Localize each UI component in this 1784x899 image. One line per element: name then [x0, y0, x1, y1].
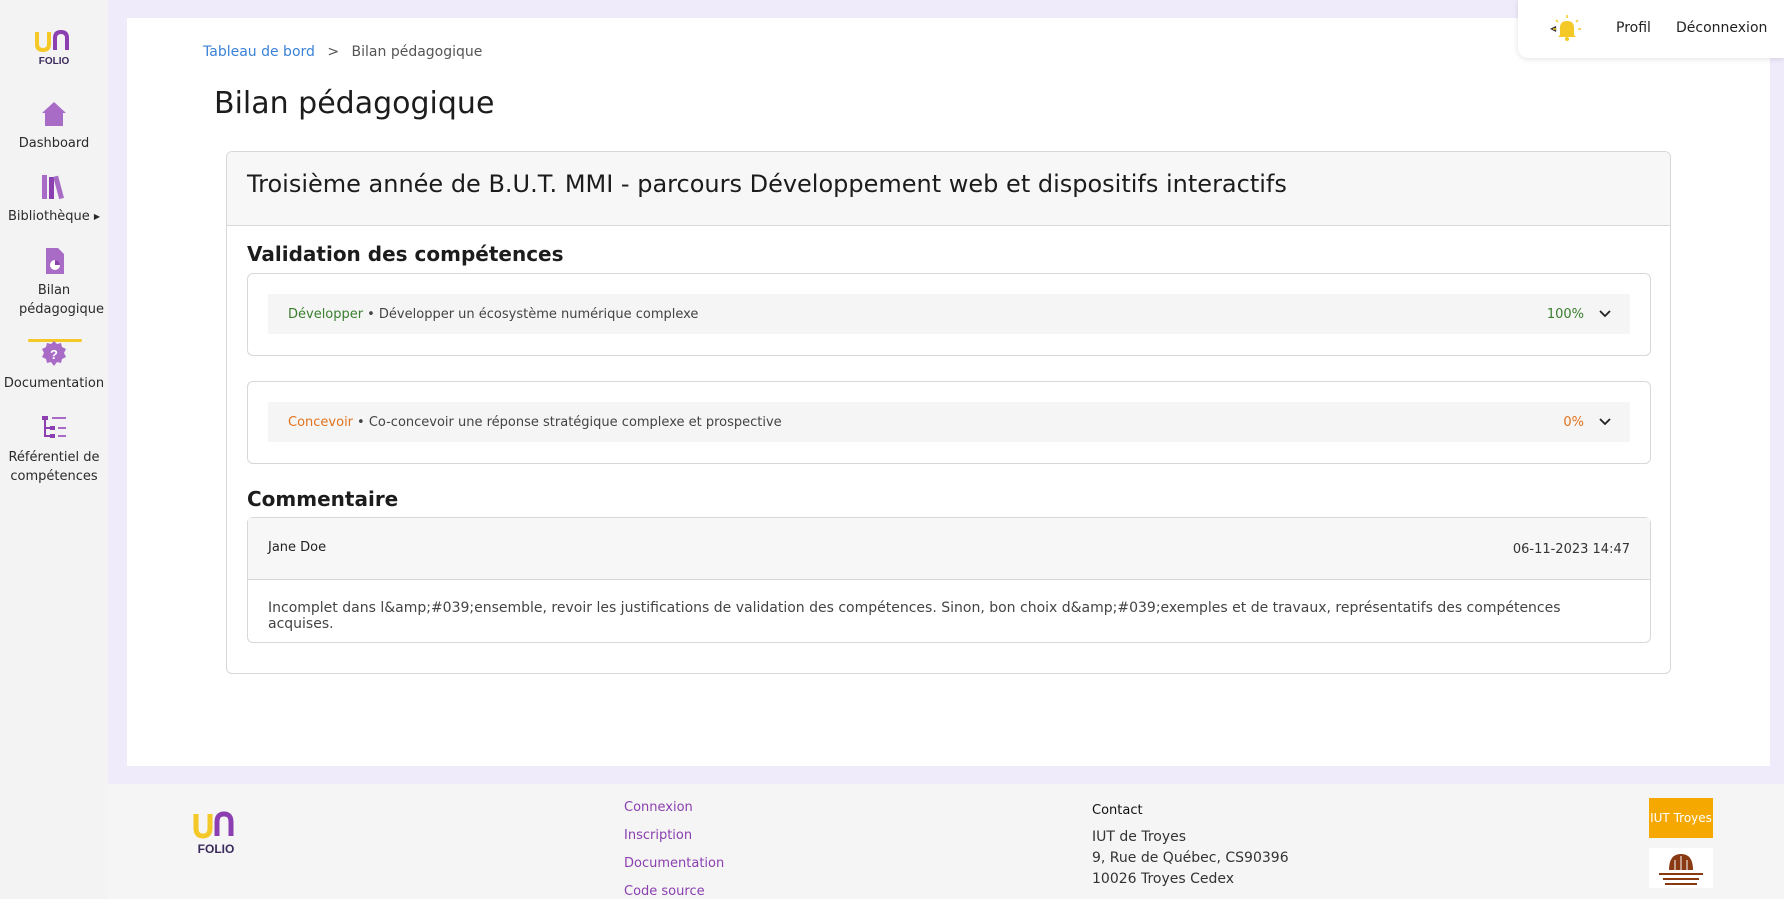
competence-percent: 0% — [1563, 414, 1584, 430]
sidebar-item-label: Référentiel de compétences — [8, 450, 100, 484]
sidebar-item-documentation[interactable]: ? Documentation — [0, 338, 108, 393]
competence-row-developper[interactable]: Développer • Développer un écosystème nu… — [268, 294, 1630, 334]
tree-list-icon — [42, 416, 66, 438]
chevron-down-icon[interactable] — [1598, 306, 1612, 320]
comment-header: Jane Doe 06-11-2023 14:47 — [248, 518, 1650, 580]
sidebar-item-label: Documentation — [3, 376, 105, 391]
unifolio-logo[interactable]: FOLIO — [34, 28, 74, 66]
breadcrumb-home-link[interactable]: Tableau de bord — [203, 44, 315, 60]
footer: FOLIO Connexion Inscription Documentatio… — [108, 784, 1784, 899]
footer-contact: Contact IUT de Troyes 9, Rue de Québec, … — [1092, 800, 1289, 890]
sidebar-item-label: Dashboard — [18, 136, 90, 151]
books-icon — [42, 175, 65, 200]
caret-right-icon: ▶ — [93, 212, 100, 221]
card-title: Troisième année de B.U.T. MMI - parcours… — [227, 152, 1670, 226]
page-title: Bilan pédagogique — [214, 86, 495, 121]
breadcrumb: Tableau de bord > Bilan pédagogique — [203, 44, 482, 60]
breadcrumb-separator: > — [327, 44, 340, 60]
svg-text:?: ? — [50, 347, 58, 362]
iut-troyes-logo[interactable]: IUT Troyes — [1649, 798, 1713, 838]
sidebar-item-bibliotheque[interactable]: Bibliothèque ▶ — [0, 171, 108, 226]
sidebar-item-label: Bibliothèque — [8, 209, 90, 224]
bell-icon[interactable] — [1552, 14, 1582, 44]
svg-text:FOLIO: FOLIO — [198, 842, 235, 856]
contact-line: 10026 Troyes Cedex — [1092, 871, 1235, 887]
profile-link[interactable]: Profil — [1616, 20, 1651, 36]
competence-name: Développer — [288, 306, 364, 322]
footer-link-documentation[interactable]: Documentation — [624, 856, 724, 871]
contact-title: Contact — [1092, 803, 1143, 818]
comment-date: 06-11-2023 14:47 — [1512, 542, 1630, 557]
competence-name: Concevoir — [288, 414, 354, 430]
top-nav: ◀ Profil Déconnexion — [1518, 0, 1784, 58]
contact-line: IUT de Troyes — [1092, 829, 1187, 845]
sidebar-item-label: Bilan pédagogique — [19, 283, 105, 317]
document-icon — [46, 248, 64, 274]
comment-card: Jane Doe 06-11-2023 14:47 Incomplet dans… — [247, 517, 1651, 643]
help-icon: ? — [42, 341, 66, 366]
comment-text: Incomplet dans l&amp;#039;ensemble, revo… — [268, 600, 1561, 632]
footer-link-inscription[interactable]: Inscription — [624, 828, 724, 843]
competence-description: • Co-concevoir une réponse stratégique c… — [357, 414, 782, 430]
logout-link[interactable]: Déconnexion — [1676, 20, 1767, 36]
comment-title: Commentaire — [247, 487, 399, 511]
unifolio-logo[interactable]: FOLIO — [192, 810, 240, 856]
sidebar-item-referentiel[interactable]: Référentiel de compétences — [0, 412, 108, 486]
sidebar-item-bilan[interactable]: Bilan pédagogique — [0, 245, 108, 342]
sidebar-item-dashboard[interactable]: Dashboard — [0, 98, 108, 153]
footer-links: Connexion Inscription Documentation Code… — [624, 800, 724, 899]
competence-description: • Développer un écosystème numérique com… — [367, 306, 699, 322]
bilan-card: Troisième année de B.U.T. MMI - parcours… — [226, 151, 1671, 674]
competence-card: Concevoir • Co-concevoir une réponse str… — [247, 381, 1651, 464]
universite-reims-logo[interactable] — [1649, 848, 1713, 888]
footer-link-code-source[interactable]: Code source — [624, 884, 724, 899]
contact-line: 9, Rue de Québec, CS90396 — [1092, 850, 1289, 866]
chevron-down-icon[interactable] — [1598, 414, 1612, 428]
footer-link-connexion[interactable]: Connexion — [624, 800, 724, 815]
validation-title: Validation des compétences — [247, 242, 564, 266]
home-icon — [42, 102, 66, 126]
svg-text:FOLIO: FOLIO — [39, 56, 70, 66]
competence-row-concevoir[interactable]: Concevoir • Co-concevoir une réponse str… — [268, 402, 1630, 442]
breadcrumb-current: Bilan pédagogique — [351, 44, 483, 60]
competence-percent: 100% — [1546, 306, 1584, 322]
sidebar: FOLIO Dashboard Bibliothèque ▶ Bilan péda… — [0, 0, 108, 899]
comment-author: Jane Doe — [268, 540, 327, 555]
competence-card: Développer • Développer un écosystème nu… — [247, 273, 1651, 356]
